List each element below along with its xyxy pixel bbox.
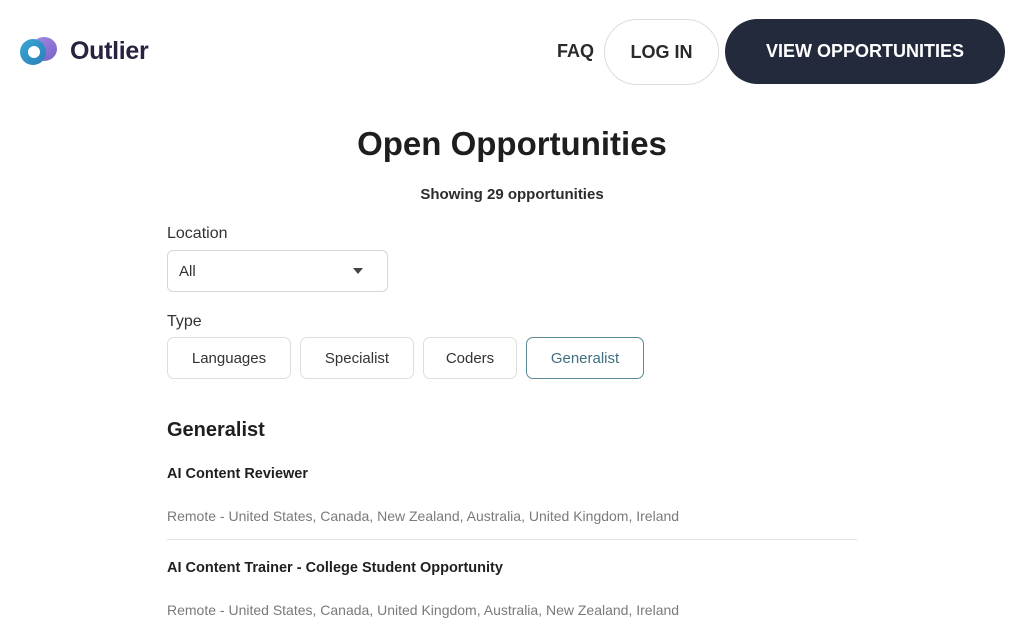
location-select-value: All (179, 262, 196, 280)
job-location: Remote - United States, Canada, United K… (167, 602, 680, 618)
page: Outlier FAQ LOG IN VIEW OPPORTUNITIES Op… (0, 0, 1024, 626)
location-select[interactable]: All (167, 250, 388, 292)
type-chip-specialist[interactable]: Specialist (300, 337, 414, 379)
job-listing[interactable]: AI Content Trainer - College Student Opp… (167, 560, 857, 620)
type-chip-generalist[interactable]: Generalist (526, 337, 644, 379)
faq-link[interactable]: FAQ (557, 41, 594, 62)
chevron-down-icon (353, 268, 363, 274)
brand-logo[interactable]: Outlier (18, 34, 149, 68)
job-title[interactable]: AI Content Reviewer (167, 466, 857, 482)
type-label: Type (167, 313, 202, 330)
brand-name: Outlier (70, 36, 149, 65)
login-button[interactable]: LOG IN (604, 19, 719, 85)
page-title: Open Opportunities (357, 125, 667, 162)
outlier-logo-icon (20, 37, 57, 65)
type-chip-languages[interactable]: Languages (167, 337, 291, 379)
location-label: Location (167, 225, 228, 242)
type-chip-coders[interactable]: Coders (423, 337, 517, 379)
section-title: Generalist (167, 419, 265, 441)
job-title[interactable]: AI Content Trainer - College Student Opp… (167, 560, 857, 576)
opportunity-count: Showing 29 opportunities (420, 186, 604, 203)
job-listing[interactable]: AI Content Reviewer Remote - United Stat… (167, 466, 857, 540)
view-opportunities-button[interactable]: VIEW OPPORTUNITIES (725, 19, 1005, 84)
job-location: Remote - United States, Canada, New Zeal… (167, 508, 680, 524)
